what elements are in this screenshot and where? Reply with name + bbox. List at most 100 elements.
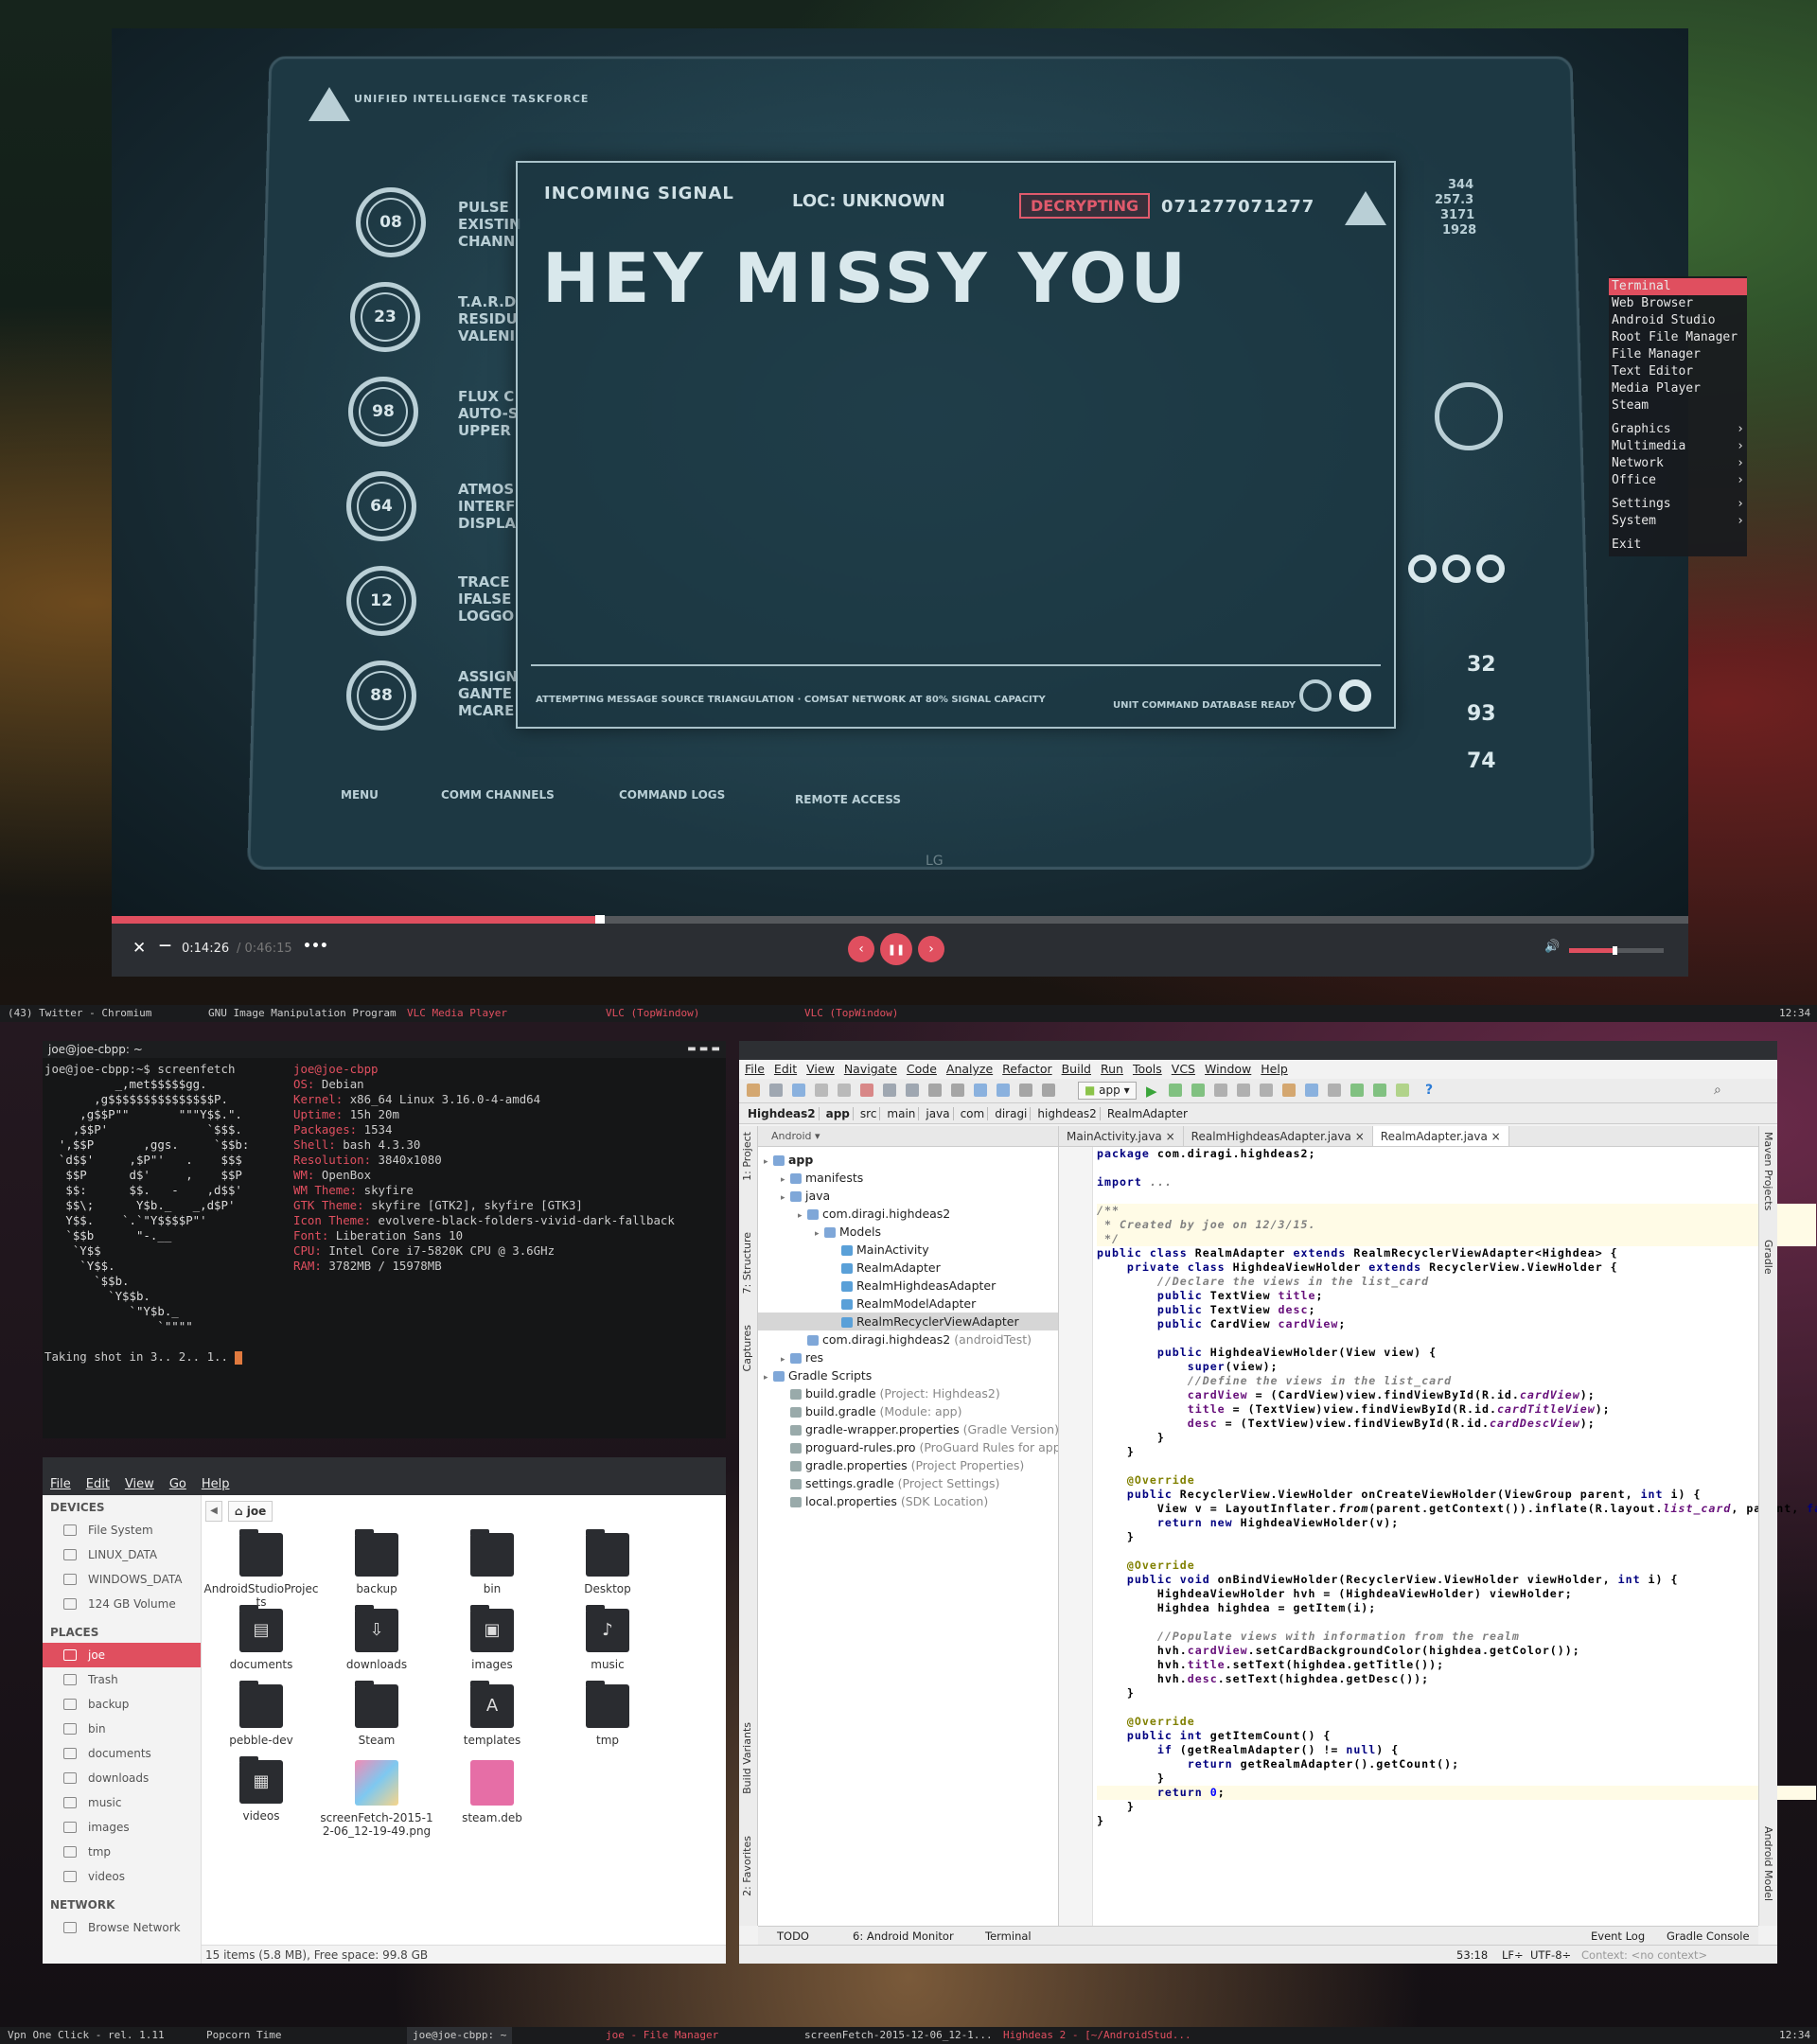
search-icon[interactable]: ⌕: [1714, 1083, 1721, 1098]
toolbar-icon[interactable]: [1350, 1084, 1364, 1097]
tree-item[interactable]: com.diragi.highdeas2 (androidTest): [758, 1330, 1058, 1348]
as-menu-analyze[interactable]: Analyze: [946, 1060, 993, 1079]
menu-item-android-studio[interactable]: Android Studio: [1609, 312, 1747, 329]
sidebar-item-linux-data[interactable]: LINUX_DATA: [43, 1542, 201, 1567]
file-item[interactable]: Desktop: [550, 1529, 665, 1595]
toolbar-icon[interactable]: [1191, 1084, 1205, 1097]
submenu-multimedia[interactable]: Multimedia ›: [1609, 438, 1747, 455]
as-menu-help[interactable]: Help: [1261, 1060, 1288, 1079]
tree-item[interactable]: ▸ Gradle Scripts: [758, 1366, 1058, 1384]
sidebar-item-videos[interactable]: videos: [43, 1864, 201, 1889]
sidebar-item-bin[interactable]: bin: [43, 1717, 201, 1741]
tab-mainactivity[interactable]: MainActivity.java ×: [1059, 1126, 1184, 1146]
tree-item[interactable]: gradle-wrapper.properties (Gradle Versio…: [758, 1420, 1058, 1438]
file-item[interactable]: backup: [319, 1529, 434, 1595]
toolbar-icon[interactable]: [1260, 1084, 1273, 1097]
next-button[interactable]: ›: [918, 936, 944, 962]
volume-icon[interactable]: 🔊: [1544, 940, 1560, 954]
tree-item[interactable]: build.gradle (Module: app): [758, 1402, 1058, 1420]
toolbar-icon[interactable]: [838, 1084, 851, 1097]
as-menu-file[interactable]: File: [745, 1060, 765, 1079]
run-icon[interactable]: ▶: [1146, 1083, 1157, 1100]
toolbar-icon[interactable]: [974, 1084, 987, 1097]
task-terminal[interactable]: joe@joe-cbpp: ~: [407, 2027, 513, 2044]
file-item[interactable]: tmp: [550, 1681, 665, 1747]
sidebar-item-downloads[interactable]: downloads: [43, 1766, 201, 1790]
file-item[interactable]: Steam: [319, 1681, 434, 1747]
file-item[interactable]: steam.deb: [434, 1760, 550, 1824]
tool-tab-captures[interactable]: Captures: [741, 1325, 753, 1371]
tool-tab-maven[interactable]: Maven Projects: [1762, 1132, 1774, 1210]
as-menu-navigate[interactable]: Navigate: [844, 1060, 897, 1079]
toolbar-icon[interactable]: [997, 1084, 1010, 1097]
tree-item[interactable]: RealmRecyclerViewAdapter: [758, 1313, 1058, 1330]
file-item[interactable]: bin: [434, 1529, 550, 1595]
file-item[interactable]: AndroidStudioProjects: [203, 1529, 319, 1609]
fm-menu-edit[interactable]: Edit: [86, 1477, 110, 1491]
tool-event-log[interactable]: Event Log: [1591, 1927, 1645, 1946]
chevron-right-icon[interactable]: ▸: [798, 1207, 807, 1223]
sidebar-item-trash[interactable]: Trash: [43, 1667, 201, 1692]
toolbar-icon[interactable]: [928, 1084, 942, 1097]
caret-position[interactable]: 53:18: [1456, 1946, 1488, 1965]
terminal-window[interactable]: joe@joe-cbpp: ~ ▬ ▬ ▬ joe@joe-cbpp:~$ sc…: [43, 1041, 726, 1438]
chevron-right-icon[interactable]: ▸: [781, 1189, 790, 1205]
submenu-graphics[interactable]: Graphics ›: [1609, 421, 1747, 438]
volume-slider[interactable]: [1569, 946, 1664, 955]
tool-todo[interactable]: TODO: [777, 1927, 809, 1946]
chevron-right-icon[interactable]: ▸: [764, 1369, 773, 1384]
video-frame[interactable]: UNIFIED INTELLIGENCE TASKFORCE 08 23 98 …: [112, 28, 1688, 916]
fm-menu-file[interactable]: File: [50, 1477, 71, 1491]
tree-item[interactable]: local.properties (SDK Location): [758, 1492, 1058, 1510]
file-item[interactable]: pebble-dev: [203, 1681, 319, 1747]
sidebar-item-backup[interactable]: backup: [43, 1692, 201, 1717]
minimize-icon[interactable]: —: [159, 939, 171, 953]
submenu-office[interactable]: Office ›: [1609, 472, 1747, 489]
chevron-right-icon[interactable]: ▸: [764, 1154, 773, 1169]
sidebar-item-volume[interactable]: 124 GB Volume: [43, 1592, 201, 1616]
file-item[interactable]: ▦ videos: [203, 1756, 319, 1823]
as-menu-tools[interactable]: Tools: [1133, 1060, 1162, 1079]
close-icon[interactable]: ×: [1355, 1130, 1365, 1143]
tree-item[interactable]: MainActivity: [758, 1241, 1058, 1259]
file-item[interactable]: screenFetch-2015-12-06_12-19-49.png: [319, 1760, 434, 1838]
tree-item[interactable]: proguard-rules.pro (ProGuard Rules for a…: [758, 1438, 1058, 1456]
task-popcorn[interactable]: Popcorn Time: [206, 2027, 281, 2044]
toolbar-icon[interactable]: [815, 1084, 828, 1097]
sidebar-item-joe[interactable]: joe: [43, 1643, 201, 1667]
task-image-viewer[interactable]: screenFetch-2015-12-06_12-1...: [804, 2027, 993, 2044]
sidebar-item-images[interactable]: images: [43, 1815, 201, 1840]
seek-bar[interactable]: [112, 915, 1688, 925]
close-icon[interactable]: ×: [1166, 1130, 1175, 1143]
sidebar-item-windows-data[interactable]: WINDOWS_DATA: [43, 1567, 201, 1592]
tree-item[interactable]: ▸ java: [758, 1187, 1058, 1205]
as-menu-run[interactable]: Run: [1101, 1060, 1123, 1079]
menu-item-exit[interactable]: Exit: [1609, 537, 1747, 554]
as-menu-code[interactable]: Code: [907, 1060, 937, 1079]
tree-item[interactable]: ▸ com.diragi.highdeas2: [758, 1205, 1058, 1223]
toolbar-icon[interactable]: [1328, 1084, 1341, 1097]
tree-item[interactable]: RealmHighdeasAdapter: [758, 1277, 1058, 1295]
toolbar-icon[interactable]: [1237, 1084, 1250, 1097]
tool-tab-favorites[interactable]: 2: Favorites: [741, 1836, 753, 1896]
volume-handle[interactable]: [1613, 946, 1617, 955]
crumb[interactable]: highdeas2: [1034, 1106, 1101, 1120]
menu-item-file-manager[interactable]: File Manager: [1609, 346, 1747, 363]
help-icon[interactable]: ?: [1425, 1083, 1433, 1098]
crumb[interactable]: diragi: [992, 1106, 1032, 1120]
toolbar-icon[interactable]: [1396, 1084, 1409, 1097]
tool-tab-gradle[interactable]: Gradle: [1762, 1240, 1774, 1275]
menu-item-text-editor[interactable]: Text Editor: [1609, 363, 1747, 380]
toolbar-icon[interactable]: [747, 1084, 760, 1097]
tree-item[interactable]: settings.gradle (Project Settings): [758, 1474, 1058, 1492]
chevron-right-icon[interactable]: ▸: [815, 1225, 824, 1241]
task-android-studio[interactable]: Highdeas 2 - [~/AndroidStud...: [1003, 2027, 1191, 2044]
task-vlc-topwindow[interactable]: VLC (TopWindow): [606, 1005, 699, 1022]
fm-menu-go[interactable]: Go: [169, 1477, 186, 1491]
toolbar-icon[interactable]: [1214, 1084, 1227, 1097]
task-file-manager[interactable]: joe - File Manager: [606, 2027, 718, 2044]
line-separator[interactable]: LF÷: [1502, 1946, 1524, 1965]
chevron-right-icon[interactable]: ▸: [781, 1172, 790, 1187]
back-button[interactable]: ◀: [205, 1501, 222, 1522]
file-item[interactable]: ♪ music: [550, 1605, 665, 1671]
